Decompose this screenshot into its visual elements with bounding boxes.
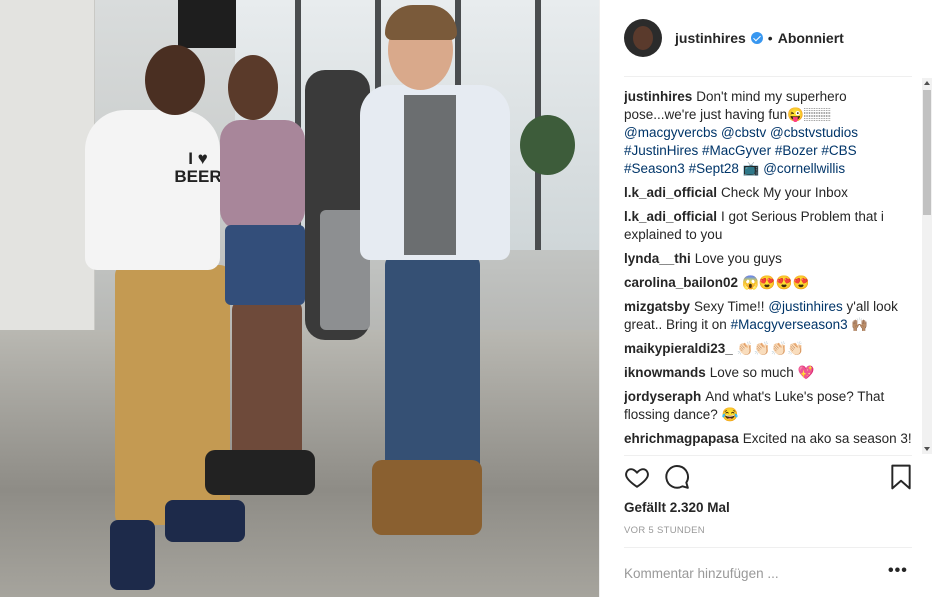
person-2-shoes [205,450,315,495]
comment-text: 📺 [738,161,764,176]
more-options-button[interactable]: ••• [888,562,908,580]
verified-badge-icon [750,32,763,44]
comment-text: 🙌🏽 [847,317,869,332]
comment-item: l.k_adi_official I got Serious Problem th… [624,208,912,244]
person-1-shoe [110,520,155,590]
divider [624,76,912,77]
comment-username[interactable]: mizgatsby [624,299,690,314]
separator-dot: • [767,30,773,46]
comment-username[interactable]: maikypieraldi23_ [624,341,733,356]
comment-username[interactable]: justinhires [624,89,692,104]
comment-item: maikypieraldi23_ 👏🏻👏🏻👏🏻👏🏻 [624,340,912,358]
comment-text: Love you guys [694,251,782,266]
comment-link[interactable]: @cornellwillis [763,161,845,176]
person-2-shorts [225,225,305,305]
plant [520,115,575,175]
comment-link[interactable]: #Season3 [624,161,685,176]
person-3-hair [385,5,457,40]
instagram-post-modal: I ♥ BEER justinhires • Abonniert justinh… [0,0,934,597]
comment-item: ehrichmagpapasa Excited na ako sa season … [624,430,912,448]
comment-link[interactable]: @cbstv [721,125,766,140]
post-header: justinhires • Abonniert [624,18,912,58]
comment-link[interactable]: @justinhires [768,299,842,314]
heart-icon[interactable] [624,464,650,490]
comment-item: iknowmands Love so much 💖 [624,364,912,382]
divider [624,455,912,456]
divider [624,547,912,548]
comments-scrollbar[interactable] [922,78,932,454]
comment-text: Check My your Inbox [721,185,848,200]
comment-item: jordyseraph And what's Luke's pose? That … [624,388,912,424]
comment-text: 😱😍😍😍 [742,275,810,290]
comments-list[interactable]: justinhires Don't mind my superhero pose.… [624,88,912,455]
person-2-legs [232,300,302,465]
add-comment-input[interactable] [624,563,874,583]
like-count[interactable]: Gefällt 2.320 Mal [624,500,730,515]
comment-username[interactable]: jordyseraph [624,389,701,404]
comment-username[interactable]: carolina_bailon02 [624,275,738,290]
person-3-tee [404,95,456,255]
comment-username[interactable]: ehrichmagpapasa [624,431,739,446]
person-3-jeans [385,255,480,490]
follow-status-button[interactable]: Abonniert [778,30,844,46]
comment-link[interactable]: #MacGyver [702,143,771,158]
scroll-up-arrow-icon[interactable] [922,78,932,88]
comment-link[interactable]: #Sept28 [689,161,739,176]
username[interactable]: justinhires [675,30,746,46]
person-1-shoe [165,500,245,542]
person-2-head [228,55,278,120]
comment-item: l.k_adi_official Check My your Inbox [624,184,912,202]
wall [0,0,95,355]
comment-text: 👏🏻👏🏻👏🏻👏🏻 [736,341,805,356]
person-3-shoes [372,460,482,535]
comment-text: Love so much 💖 [709,365,815,380]
speech-bubble-icon[interactable] [664,464,690,490]
comment-link[interactable]: #JustinHires [624,143,698,158]
comment-link[interactable]: @cbstvstudios [770,125,858,140]
bookmark-icon[interactable] [890,464,916,490]
action-bar [624,464,912,494]
post-photo[interactable]: I ♥ BEER [0,0,599,597]
comment-username[interactable]: l.k_adi_official [624,209,717,224]
person-1-shirt [85,110,220,270]
scroll-down-arrow-icon[interactable] [922,444,932,454]
scroll-thumb[interactable] [923,90,931,215]
shirt-print: I ♥ BEER [174,149,222,186]
comment-item: mizgatsby Sexy Time!! @justinhires y'all … [624,298,912,334]
comment-link[interactable]: @macgyvercbs [624,125,717,140]
comment-item: carolina_bailon02 😱😍😍😍 [624,274,912,292]
avatar[interactable] [624,19,662,57]
comment-link[interactable]: #Bozer [775,143,818,158]
person-2-top [220,120,305,230]
comment-link[interactable]: #Macgyverseason3 [731,317,848,332]
comment-item: lynda__thi Love you guys [624,250,912,268]
person-1-head [145,45,205,115]
comment-text: Excited na ako sa season 3! [742,431,912,446]
post-timestamp[interactable]: VOR 5 STUNDEN [624,525,705,536]
comment-item: justinhires Don't mind my superhero pose.… [624,88,912,178]
comment-username[interactable]: iknowmands [624,365,706,380]
comment-link[interactable]: #CBS [821,143,856,158]
speaker [178,0,236,48]
post-sidebar: justinhires • Abonniert justinhires Don't… [599,0,934,597]
comment-username[interactable]: lynda__thi [624,251,691,266]
comment-text: Sexy Time!! [694,299,769,314]
comment-username[interactable]: l.k_adi_official [624,185,717,200]
